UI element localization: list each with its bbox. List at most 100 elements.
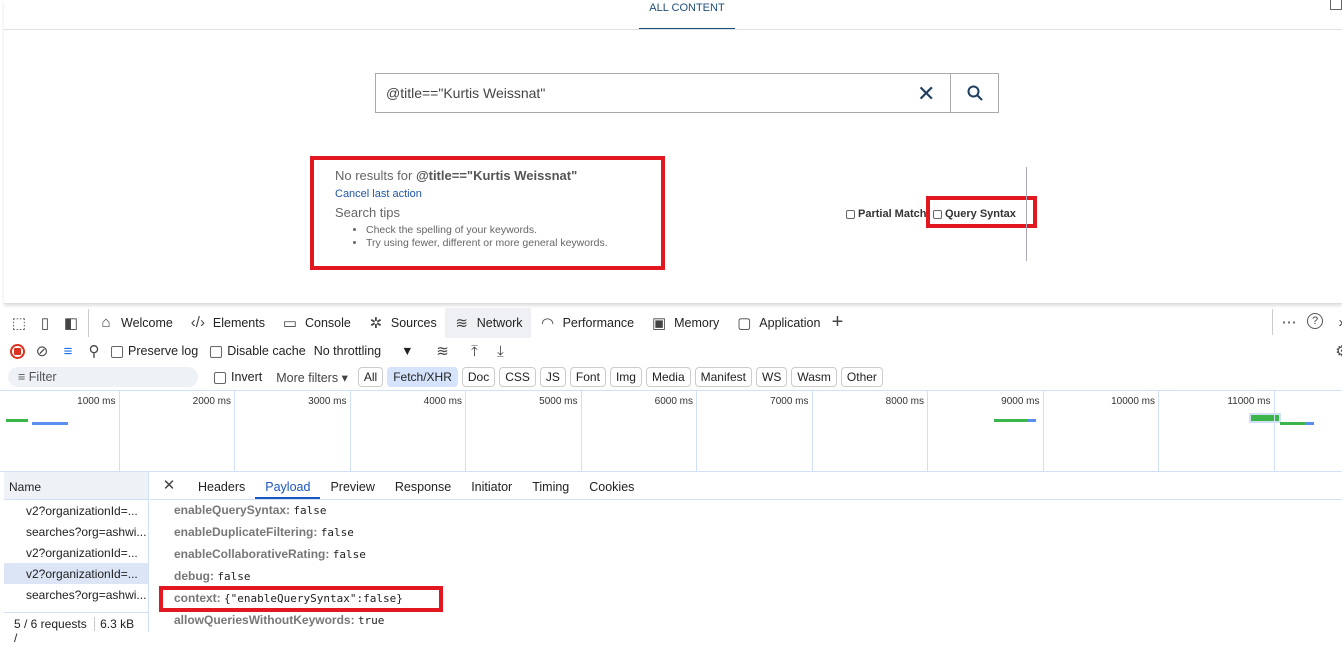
throttling-select[interactable]: No throttling ▼ bbox=[314, 344, 414, 358]
invert-checkbox[interactable]: Invert bbox=[214, 370, 262, 384]
filter-input[interactable]: ≡ Filter bbox=[8, 367, 198, 387]
cancel-last-action-link[interactable]: Cancel last action bbox=[335, 188, 422, 200]
tab-sources[interactable]: ✲ Sources bbox=[359, 308, 445, 338]
no-results-message: No results for @title=="Kurtis Weissnat" bbox=[335, 168, 578, 183]
timeline-bar bbox=[1280, 422, 1305, 425]
preserve-log-checkbox[interactable]: Preserve log bbox=[111, 344, 198, 358]
request-row-selected[interactable]: v2?organizationId=... bbox=[4, 563, 148, 584]
timeline-tick-label: 7000 ms bbox=[770, 396, 809, 407]
divider bbox=[4, 29, 1342, 30]
filter-other[interactable]: Other bbox=[840, 367, 883, 387]
settings-icon[interactable]: ⚙ bbox=[1333, 342, 1342, 360]
filter-wasm[interactable]: Wasm bbox=[791, 367, 837, 387]
device-icon[interactable]: ▯ bbox=[36, 314, 54, 332]
close-icon[interactable]: ✕ bbox=[160, 476, 178, 494]
search-tips-list: Check the spelling of your keywords. Try… bbox=[354, 224, 608, 250]
more-icon[interactable]: ⋯ bbox=[1280, 313, 1298, 331]
help-icon[interactable]: ? bbox=[1307, 313, 1323, 329]
filter-all[interactable]: All bbox=[357, 367, 384, 387]
filter-css[interactable]: CSS bbox=[499, 367, 536, 387]
status-bar: 5 / 6 requests 6.3 kB / bbox=[4, 612, 149, 645]
tab-performance[interactable]: ◠ Performance bbox=[531, 308, 643, 338]
payload-row: allowQueriesWithoutKeywords: true bbox=[174, 613, 385, 627]
timeline-tick: 1000 ms bbox=[5, 391, 120, 471]
filter-img[interactable]: Img bbox=[609, 367, 642, 387]
clear-icon[interactable]: ✕ bbox=[917, 81, 935, 107]
tab-elements[interactable]: ‹/› Elements bbox=[181, 308, 273, 338]
partial-match-checkbox[interactable]: Partial Match bbox=[846, 208, 926, 220]
timeline-tick: 8000 ms bbox=[813, 391, 928, 471]
gauge-icon: ◠ bbox=[541, 314, 555, 332]
filter-font[interactable]: Font bbox=[569, 367, 606, 387]
dock-icon[interactable]: ◧ bbox=[62, 314, 80, 332]
tab-welcome[interactable]: ⌂ Welcome bbox=[89, 308, 181, 338]
tab-cookies[interactable]: Cookies bbox=[579, 480, 644, 499]
timeline-tick: 7000 ms bbox=[698, 391, 813, 471]
network-conditions-icon[interactable]: ≋ bbox=[433, 342, 451, 360]
timeline-tick-label: 1000 ms bbox=[77, 396, 116, 407]
chip-icon: ▣ bbox=[652, 314, 667, 332]
search-button[interactable] bbox=[950, 73, 999, 113]
tab-application[interactable]: ▢ Application bbox=[727, 308, 828, 338]
timeline-tick: 11000 ms bbox=[1160, 391, 1275, 471]
tab-network[interactable]: ≋ Network bbox=[444, 307, 531, 338]
name-column-header[interactable]: Name bbox=[4, 472, 148, 500]
code-icon: ‹/› bbox=[190, 314, 205, 331]
network-overview-timeline[interactable]: 1000 ms 2000 ms 3000 ms 4000 ms 5000 ms 6000 … bbox=[4, 391, 1342, 471]
tab-initiator[interactable]: Initiator bbox=[461, 480, 522, 499]
request-row[interactable]: v2?organizationId=... bbox=[4, 542, 148, 563]
request-row[interactable]: searches?org=ashwi... bbox=[4, 584, 148, 605]
timeline-tick: 6000 ms bbox=[582, 391, 697, 471]
tab-preview[interactable]: Preview bbox=[320, 480, 384, 499]
timeline-tick: 10000 ms bbox=[1044, 391, 1159, 471]
timeline-tick: 2000 ms bbox=[120, 391, 235, 471]
filter-js[interactable]: JS bbox=[539, 367, 566, 387]
tab-memory[interactable]: ▣ Memory bbox=[642, 308, 727, 338]
tab-console[interactable]: ▭ Console bbox=[273, 308, 359, 338]
more-filters-dropdown[interactable]: More filters ▾ bbox=[276, 370, 348, 385]
timeline-tick-label: 11000 ms bbox=[1227, 396, 1271, 407]
timeline-tick: 3000 ms bbox=[236, 391, 351, 471]
timeline-tick-label: 4000 ms bbox=[423, 396, 462, 407]
close-devtools-icon[interactable]: › bbox=[1332, 313, 1342, 331]
filter-media[interactable]: Media bbox=[645, 367, 691, 387]
payload-row-context: context: {"enableQuerySyntax":false} bbox=[174, 591, 403, 605]
filter-settings-icon[interactable]: ≡ bbox=[59, 342, 77, 360]
timeline-tick-label: 2000 ms bbox=[192, 396, 231, 407]
request-row[interactable]: searches?org=ashwi... bbox=[4, 521, 148, 542]
filter-manifest[interactable]: Manifest bbox=[694, 367, 752, 387]
tab-headers[interactable]: Headers bbox=[188, 480, 255, 499]
tab-payload[interactable]: Payload bbox=[255, 480, 321, 499]
payload-row: debug: false bbox=[174, 569, 251, 583]
filter-fetch-xhr[interactable]: Fetch/XHR bbox=[387, 367, 458, 387]
search-input[interactable]: @title=="Kurtis Weissnat" bbox=[375, 73, 951, 113]
request-list: Name v2?organizationId=... searches?org=… bbox=[4, 472, 149, 645]
console-icon: ▭ bbox=[282, 314, 298, 332]
timeline-bar bbox=[1305, 422, 1314, 425]
clear-log-icon[interactable]: ⊘ bbox=[33, 342, 51, 360]
record-icon[interactable] bbox=[10, 343, 25, 359]
search-icon[interactable]: ⚲ bbox=[85, 342, 103, 360]
tab-response[interactable]: Response bbox=[385, 480, 461, 499]
payload-row: enableQuerySyntax: false bbox=[174, 503, 327, 517]
devtools-tab-bar: ⬚ ▯ ◧ ⌂ Welcome ‹/› Elements ▭ Console ✲ Sou… bbox=[0, 307, 1342, 338]
filter-ws[interactable]: WS bbox=[756, 367, 788, 387]
download-icon[interactable]: ⤓ bbox=[491, 342, 509, 360]
disable-cache-checkbox[interactable]: Disable cache bbox=[210, 344, 306, 358]
divider bbox=[1026, 167, 1027, 261]
timeline-tick-label: 5000 ms bbox=[539, 396, 578, 407]
filter-doc[interactable]: Doc bbox=[461, 367, 496, 387]
upload-icon[interactable]: ⤒ bbox=[465, 342, 483, 360]
search-tips-title: Search tips bbox=[335, 205, 401, 220]
timeline-tick-label: 9000 ms bbox=[1001, 396, 1040, 407]
request-row[interactable]: v2?organizationId=... bbox=[4, 500, 148, 521]
inspect-icon[interactable]: ⬚ bbox=[10, 314, 28, 332]
panel-icon[interactable] bbox=[1330, 0, 1342, 10]
payload-row: enableDuplicateFiltering: false bbox=[174, 525, 354, 539]
search-icon bbox=[967, 85, 983, 101]
query-syntax-checkbox[interactable]: Query Syntax bbox=[933, 208, 1016, 220]
tab-timing[interactable]: Timing bbox=[522, 480, 579, 499]
add-tab-icon[interactable]: + bbox=[828, 311, 846, 333]
tab-all-content[interactable]: ALL CONTENT bbox=[639, 0, 735, 30]
bug-icon: ✲ bbox=[369, 314, 383, 332]
